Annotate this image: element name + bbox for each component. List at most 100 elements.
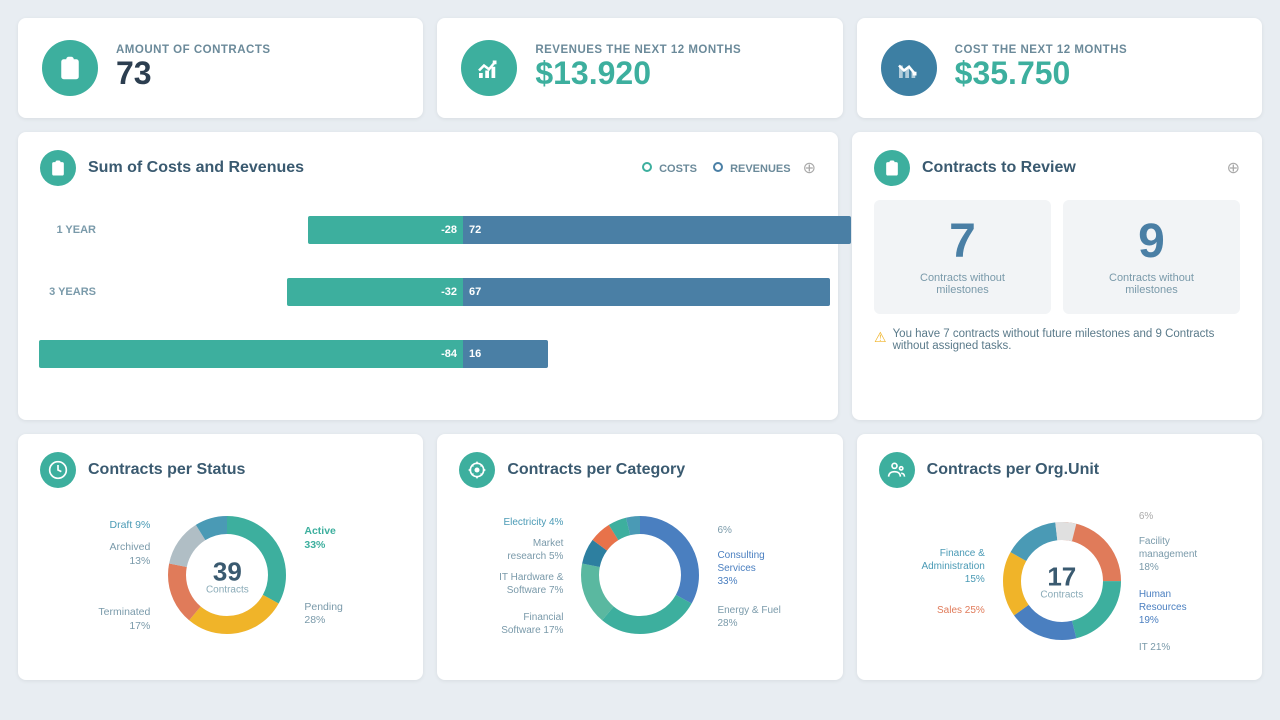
org-label-facility: Facilitymanagement18% <box>1139 535 1197 574</box>
legend-costs: COSTS <box>642 162 697 175</box>
kpi-info-costs: COST THE NEXT 12 MONTHS $35.750 <box>955 44 1128 91</box>
review-title: Contracts to Review <box>922 159 1215 177</box>
costs-dot <box>642 162 652 172</box>
chart-legend: COSTS REVENUES <box>642 162 791 175</box>
warning-message: You have 7 contracts without future mile… <box>893 328 1240 352</box>
org-label-hr: HumanResources19% <box>1139 588 1197 627</box>
orgunit-center-num: 17 <box>1040 564 1083 590</box>
bar-pos-5years: 16 <box>463 340 548 368</box>
bar-container-5years: -84 16 <box>110 332 816 376</box>
category-donut-svg-wrap <box>575 510 705 643</box>
status-right-labels: Active33% Pending28% <box>304 525 343 628</box>
status-icon <box>40 452 76 488</box>
legend-revenues: REVENUES <box>713 162 791 175</box>
kpi-value-contracts: 73 <box>116 56 271 91</box>
cat-label-market: Marketresearch 5% <box>499 537 563 563</box>
bar-container-1year: -28 72 <box>110 208 816 252</box>
bot-row: Contracts per Status Draft 9% Archived13… <box>18 434 1262 680</box>
status-left-labels: Draft 9% Archived13% Terminated17% <box>98 519 150 633</box>
cat-label-ithardware: IT Hardware &Software 7% <box>499 571 563 597</box>
bar-track-5years: -84 16 <box>110 332 816 376</box>
review-box-1: 7 Contracts withoutmilestones <box>874 200 1051 314</box>
bar-neg-5years: -84 <box>39 340 463 368</box>
mid-row: Sum of Costs and Revenues COSTS REVENUES… <box>18 132 1262 420</box>
kpi-info-revenues: REVENUES THE NEXT 12 MONTHS $13.920 <box>535 44 741 91</box>
orgunit-left-labels: Finance &Administration15% Sales 25% <box>921 547 984 617</box>
cat-label-electricity: Electricity 4% <box>499 516 563 529</box>
revenues-dot <box>713 162 723 172</box>
review-label-1: Contracts withoutmilestones <box>884 272 1041 296</box>
status-center-label: Contracts <box>206 584 249 595</box>
category-title: Contracts per Category <box>507 461 820 479</box>
target-icon[interactable]: ⊕ <box>803 158 816 178</box>
costs-icon <box>881 40 937 96</box>
status-title: Contracts per Status <box>88 461 401 479</box>
status-donut-svg-wrap: 39 Contracts <box>162 510 292 643</box>
status-label-pending: Pending28% <box>304 601 343 628</box>
sum-chart-header: Sum of Costs and Revenues COSTS REVENUES… <box>40 150 816 186</box>
status-label-archived: Archived13% <box>98 541 150 568</box>
contracts-orgunit-panel: Contracts per Org.Unit Finance &Administ… <box>857 434 1262 680</box>
bar-neg-1year: -28 <box>308 216 463 244</box>
review-target-icon[interactable]: ⊕ <box>1227 158 1240 178</box>
category-icon <box>459 452 495 488</box>
bar-label-3years: 3 YEARS <box>40 286 110 298</box>
status-donut-wrap: Draft 9% Archived13% Terminated17% <box>40 502 401 651</box>
bar-row-5years: 5 YEARS -84 16 <box>40 332 816 376</box>
orgunit-title: Contracts per Org.Unit <box>927 461 1240 479</box>
bar-label-1year: 1 YEAR <box>40 224 110 236</box>
category-donut-wrap: Electricity 4% Marketresearch 5% IT Hard… <box>459 502 820 651</box>
review-num-2: 9 <box>1073 218 1230 266</box>
bar-container-3years: -32 67 <box>110 270 816 314</box>
kpi-value-costs: $35.750 <box>955 56 1128 91</box>
review-warning: ⚠ You have 7 contracts without future mi… <box>874 328 1240 352</box>
org-label-finance: Finance &Administration15% <box>921 547 984 586</box>
category-right-labels: 6% ConsultingServices33% Energy & Fuel28… <box>717 524 780 630</box>
sum-chart-title: Sum of Costs and Revenues <box>88 159 630 177</box>
status-label-active: Active33% <box>304 525 343 552</box>
contracts-category-panel: Contracts per Category Electricity 4% Ma… <box>437 434 842 680</box>
status-donut-center: 39 Contracts <box>206 558 249 595</box>
bar-pos-1year: 72 <box>463 216 851 244</box>
bar-neg-3years: -32 <box>287 278 464 306</box>
orgunit-header: Contracts per Org.Unit <box>879 452 1240 488</box>
bar-track-3years: -32 67 <box>110 270 816 314</box>
review-label-2: Contracts withoutmilestones <box>1073 272 1230 296</box>
review-boxes: 7 Contracts withoutmilestones 9 Contract… <box>874 200 1240 314</box>
review-num-1: 7 <box>884 218 1041 266</box>
contracts-status-panel: Contracts per Status Draft 9% Archived13… <box>18 434 423 680</box>
category-header: Contracts per Category <box>459 452 820 488</box>
cat-label-6pct: 6% <box>717 524 780 537</box>
bar-row-1year: 1 YEAR -28 72 <box>40 208 816 252</box>
bar-track-1year: -28 72 <box>110 208 816 252</box>
revenues-icon <box>461 40 517 96</box>
kpi-card-revenues: REVENUES THE NEXT 12 MONTHS $13.920 <box>437 18 842 118</box>
kpi-value-revenues: $13.920 <box>535 56 741 91</box>
warning-icon: ⚠ <box>874 329 887 346</box>
category-left-labels: Electricity 4% Marketresearch 5% IT Hard… <box>499 516 563 637</box>
org-label-6pct: 6% <box>1139 510 1197 523</box>
orgunit-donut-center: 17 Contracts <box>1040 564 1083 601</box>
contracts-review-panel: Contracts to Review ⊕ 7 Contracts withou… <box>852 132 1262 420</box>
category-donut-svg <box>575 510 705 640</box>
org-label-sales: Sales 25% <box>921 604 984 617</box>
bar-chart: 1 YEAR -28 72 3 YEARS -32 67 <box>40 200 816 402</box>
org-label-it: IT 21% <box>1139 641 1197 654</box>
cat-label-financial: FinancialSoftware 17% <box>499 611 563 637</box>
review-box-2: 9 Contracts withoutmilestones <box>1063 200 1240 314</box>
status-center-num: 39 <box>206 558 249 584</box>
cat-label-consulting: ConsultingServices33% <box>717 549 780 588</box>
orgunit-donut-wrap: Finance &Administration15% Sales 25% <box>879 502 1240 662</box>
contracts-icon <box>42 40 98 96</box>
orgunit-center-label: Contracts <box>1040 590 1083 601</box>
orgunit-icon <box>879 452 915 488</box>
bar-pos-3years: 67 <box>463 278 830 306</box>
status-header: Contracts per Status <box>40 452 401 488</box>
orgunit-right-labels: 6% Facilitymanagement18% HumanResources1… <box>1139 510 1197 654</box>
status-label-terminated: Terminated17% <box>98 606 150 633</box>
review-header: Contracts to Review ⊕ <box>874 150 1240 186</box>
bar-row-3years: 3 YEARS -32 67 <box>40 270 816 314</box>
orgunit-donut-svg-wrap: 17 Contracts <box>997 516 1127 649</box>
sum-chart-icon <box>40 150 76 186</box>
kpi-card-costs: COST THE NEXT 12 MONTHS $35.750 <box>857 18 1262 118</box>
